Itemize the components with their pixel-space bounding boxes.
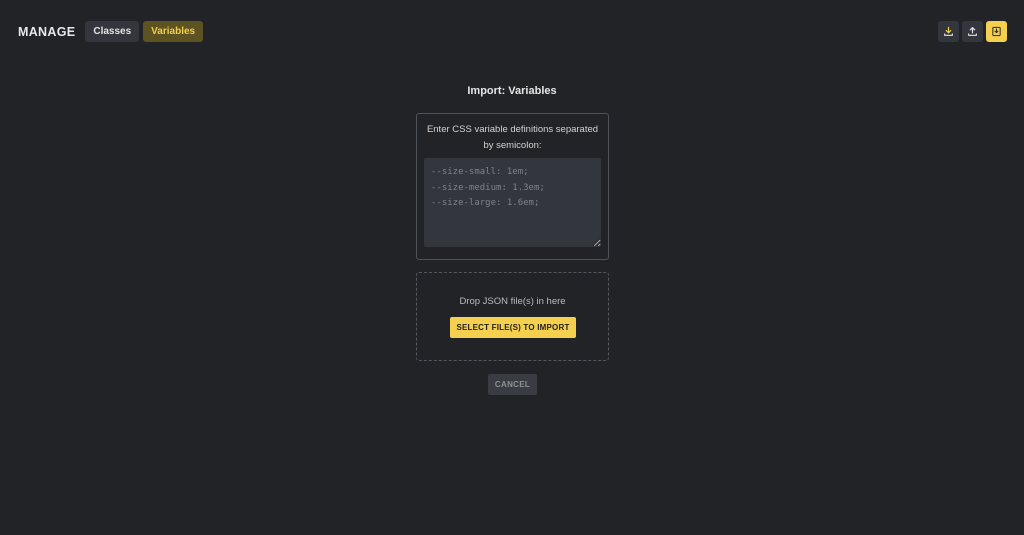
variables-input-panel: Enter CSS variable definitions separated… <box>416 113 609 260</box>
top-bar: MANAGE Classes Variables <box>18 21 1007 42</box>
download-icon <box>944 26 953 36</box>
import-title: Import: Variables <box>467 85 557 97</box>
variables-textarea[interactable] <box>424 158 601 247</box>
upload-button[interactable] <box>962 21 983 42</box>
drop-zone-text: Drop JSON file(s) in here <box>459 296 566 307</box>
page-title: MANAGE <box>18 24 76 39</box>
header-actions <box>938 21 1007 42</box>
import-button[interactable] <box>986 21 1007 42</box>
export-button[interactable] <box>938 21 959 42</box>
json-drop-zone[interactable]: Drop JSON file(s) in here SELECT FILE(S)… <box>416 272 609 361</box>
tab-classes[interactable]: Classes <box>85 21 140 42</box>
upload-icon <box>968 27 977 36</box>
cancel-button[interactable]: CANCEL <box>488 374 537 395</box>
tab-variables[interactable]: Variables <box>143 21 204 42</box>
select-files-button[interactable]: SELECT FILE(S) TO IMPORT <box>450 317 576 338</box>
instructions-text: Enter CSS variable definitions separated… <box>426 124 599 151</box>
import-file-icon <box>992 26 1001 37</box>
